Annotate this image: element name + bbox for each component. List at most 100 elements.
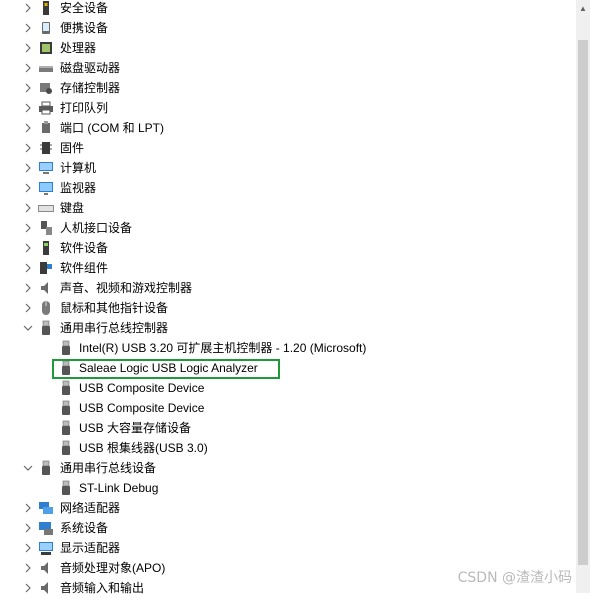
chevron-down-icon[interactable]: [22, 458, 34, 478]
chevron-down-icon[interactable]: [22, 318, 34, 338]
chevron-right-icon[interactable]: [22, 0, 34, 18]
tree-item-label: 端口 (COM 和 LPT): [60, 118, 164, 138]
device-category[interactable]: 人机接口设备: [0, 218, 560, 238]
firmware-icon: [38, 140, 54, 156]
tree-item-label: 人机接口设备: [60, 218, 132, 238]
vertical-scrollbar[interactable]: ▲: [576, 0, 590, 593]
device-category[interactable]: 通用串行总线控制器: [0, 318, 560, 338]
usb-icon: [58, 400, 74, 416]
device-category[interactable]: 计算机: [0, 158, 560, 178]
tree-item-label: ST-Link Debug: [79, 478, 158, 498]
device-category[interactable]: 网络适配器: [0, 498, 560, 518]
tree-item-label: 音频处理对象(APO): [60, 558, 165, 578]
device-category[interactable]: 声音、视频和游戏控制器: [0, 278, 560, 298]
chevron-right-icon[interactable]: [22, 158, 34, 178]
device-category[interactable]: 显示适配器: [0, 538, 560, 558]
device-category[interactable]: 系统设备: [0, 518, 560, 538]
device-category[interactable]: 软件组件: [0, 258, 560, 278]
network-adapter-icon: [38, 500, 54, 516]
tree-item-label: 软件设备: [60, 238, 108, 258]
tree-item-label: 网络适配器: [60, 498, 120, 518]
chevron-right-icon[interactable]: [22, 138, 34, 158]
device-category[interactable]: 软件设备: [0, 238, 560, 258]
device-item[interactable]: USB 大容量存储设备: [0, 418, 560, 438]
tree-item-label: 处理器: [60, 38, 96, 58]
speaker-icon: [38, 280, 54, 296]
port-icon: [38, 120, 54, 136]
tree-item-label: 声音、视频和游戏控制器: [60, 278, 192, 298]
tree-item-label: 显示适配器: [60, 538, 120, 558]
device-category[interactable]: 固件: [0, 138, 560, 158]
display-adapter-icon: [38, 540, 54, 556]
device-item[interactable]: ST-Link Debug: [0, 478, 560, 498]
device-category[interactable]: 处理器: [0, 38, 560, 58]
device-category[interactable]: 监视器: [0, 178, 560, 198]
scroll-up-arrow-icon[interactable]: ▲: [576, 0, 590, 16]
device-category[interactable]: 通用串行总线设备: [0, 458, 560, 478]
portable-device-icon: [38, 20, 54, 36]
tree-item-label: 鼠标和其他指针设备: [60, 298, 168, 318]
highlight-outline: [52, 359, 280, 379]
printer-icon: [38, 100, 54, 116]
usb-icon: [38, 320, 54, 336]
chevron-right-icon[interactable]: [22, 118, 34, 138]
scrollbar-thumb[interactable]: [578, 40, 588, 565]
device-item[interactable]: USB 根集线器(USB 3.0): [0, 438, 560, 458]
usb-icon: [58, 420, 74, 436]
tree-item-label: 固件: [60, 138, 84, 158]
audio-apo-icon: [38, 560, 54, 576]
chevron-right-icon[interactable]: [22, 198, 34, 218]
chevron-right-icon[interactable]: [22, 538, 34, 558]
usb-icon: [58, 380, 74, 396]
tree-item-label: 便携设备: [60, 18, 108, 38]
usb-icon: [58, 340, 74, 356]
chevron-right-icon[interactable]: [22, 38, 34, 58]
chevron-right-icon[interactable]: [22, 18, 34, 38]
tree-item-label: 监视器: [60, 178, 96, 198]
device-category[interactable]: 便携设备: [0, 18, 560, 38]
device-category[interactable]: 端口 (COM 和 LPT): [0, 118, 560, 138]
chevron-right-icon[interactable]: [22, 98, 34, 118]
tree-item-label: USB Composite Device: [79, 378, 204, 398]
device-item[interactable]: USB Composite Device: [0, 398, 560, 418]
chevron-right-icon[interactable]: [22, 518, 34, 538]
tree-item-label: 打印队列: [60, 98, 108, 118]
chevron-right-icon[interactable]: [22, 218, 34, 238]
device-category[interactable]: 键盘: [0, 198, 560, 218]
chevron-right-icon[interactable]: [22, 258, 34, 278]
computer-icon: [38, 160, 54, 176]
device-category[interactable]: 磁盘驱动器: [0, 58, 560, 78]
tree-item-label: 安全设备: [60, 0, 108, 18]
chevron-right-icon[interactable]: [22, 298, 34, 318]
usb-icon: [58, 480, 74, 496]
system-device-icon: [38, 520, 54, 536]
chevron-right-icon[interactable]: [22, 278, 34, 298]
chevron-right-icon[interactable]: [22, 78, 34, 98]
chevron-right-icon[interactable]: [22, 558, 34, 578]
usb-icon: [58, 440, 74, 456]
chevron-right-icon[interactable]: [22, 178, 34, 198]
device-tree: 安全设备便携设备处理器磁盘驱动器存储控制器打印队列端口 (COM 和 LPT)固…: [0, 0, 576, 598]
device-item[interactable]: Intel(R) USB 3.20 可扩展主机控制器 - 1.20 (Micro…: [0, 338, 560, 358]
device-category[interactable]: 鼠标和其他指针设备: [0, 298, 560, 318]
device-category[interactable]: 安全设备: [0, 0, 560, 18]
chevron-right-icon[interactable]: [22, 498, 34, 518]
hid-icon: [38, 220, 54, 236]
tree-item-label: 磁盘驱动器: [60, 58, 120, 78]
chevron-right-icon[interactable]: [22, 578, 34, 598]
chevron-right-icon[interactable]: [22, 58, 34, 78]
tree-item-label: 通用串行总线设备: [60, 458, 156, 478]
disk-drive-icon: [38, 60, 54, 76]
chevron-right-icon[interactable]: [22, 238, 34, 258]
tree-item-label: Intel(R) USB 3.20 可扩展主机控制器 - 1.20 (Micro…: [79, 338, 366, 358]
usb-icon: [38, 460, 54, 476]
tree-item-label: 音频输入和输出: [60, 578, 144, 598]
storage-controller-icon: [38, 80, 54, 96]
tree-item-label: 存储控制器: [60, 78, 120, 98]
processor-icon: [38, 40, 54, 56]
device-category[interactable]: 存储控制器: [0, 78, 560, 98]
device-item[interactable]: USB Composite Device: [0, 378, 560, 398]
tree-item-label: 系统设备: [60, 518, 108, 538]
tree-item-label: USB 根集线器(USB 3.0): [79, 438, 208, 458]
device-category[interactable]: 打印队列: [0, 98, 560, 118]
